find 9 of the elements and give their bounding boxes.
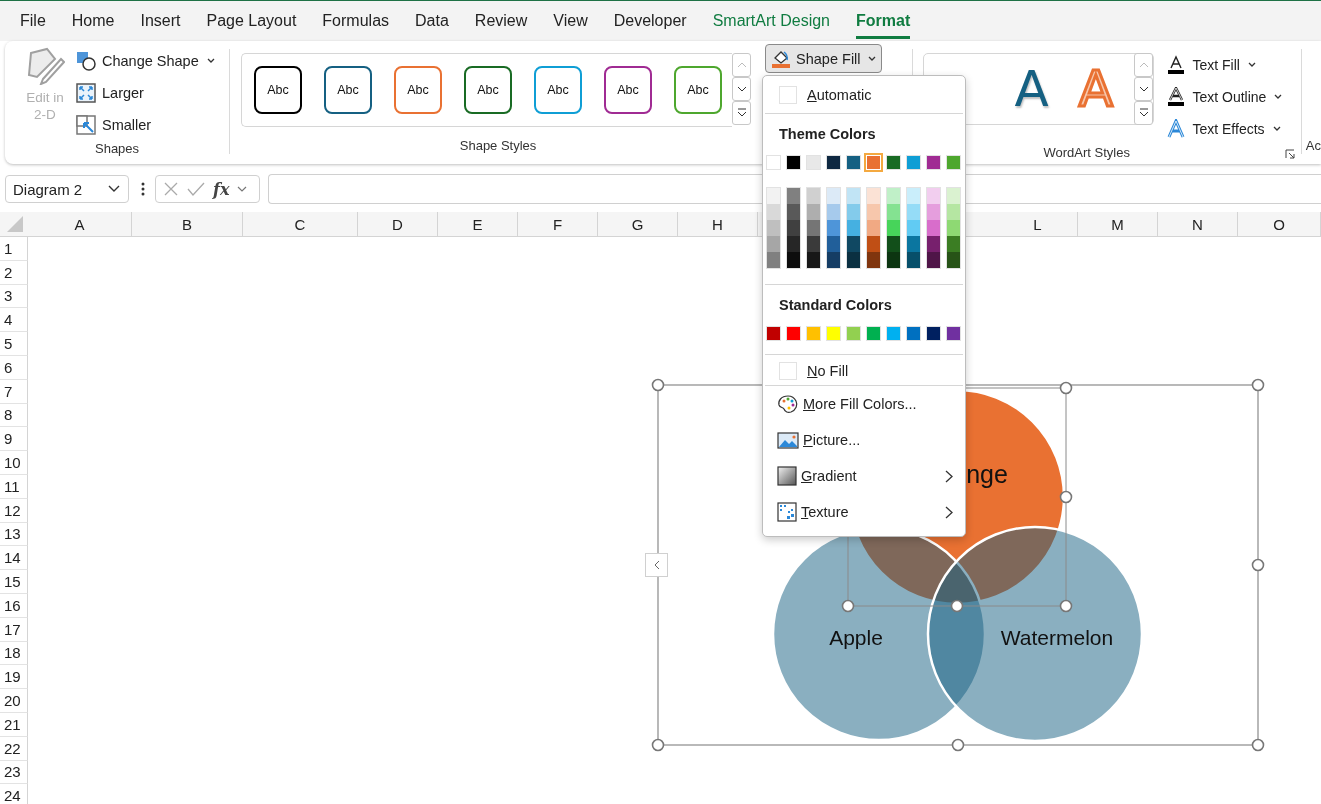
group-label: Shape Styles	[458, 138, 538, 155]
section-heading: Theme Colors	[778, 125, 877, 144]
group-label: Shapes	[94, 141, 141, 158]
circle-label: nge	[966, 460, 1008, 488]
circle-label: Watermelon	[1000, 626, 1114, 649]
section-heading: Standard Colors	[778, 296, 893, 315]
circle-label: Apple	[829, 626, 883, 649]
group-label: WordArt Styles	[1043, 145, 1130, 160]
group-label: Ac	[1304, 137, 1321, 155]
